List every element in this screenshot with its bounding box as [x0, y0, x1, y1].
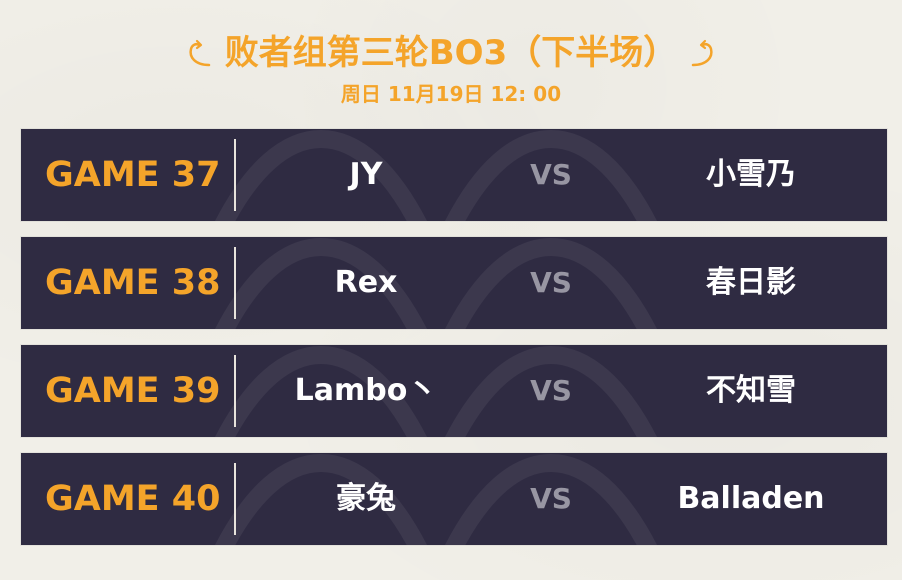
game-label: GAME 37: [45, 155, 221, 195]
game-row: GAME 39 Lambo丶 VS 不知雪: [21, 345, 887, 437]
vs-label: VS: [530, 482, 572, 515]
divider: [234, 463, 236, 535]
game-row: GAME 40 豪兔 VS Balladen: [21, 453, 887, 545]
game-label: GAME 40: [45, 479, 221, 519]
page-title: 败者组第三轮BO3（下半场）: [224, 33, 678, 73]
player-right: 小雪乃: [706, 157, 796, 192]
vs-label: VS: [530, 266, 572, 299]
divider: [234, 247, 236, 319]
game-label: GAME 39: [45, 371, 221, 411]
divider: [234, 139, 236, 211]
right-swirl-ornament-icon: [691, 39, 713, 67]
left-swirl-ornament-icon: [189, 39, 210, 67]
game-label: GAME 38: [45, 263, 221, 303]
player-right: 春日影: [706, 265, 796, 300]
divider: [234, 355, 236, 427]
header: 败者组第三轮BO3（下半场） 周日 11月19日 12: 00: [0, 28, 902, 108]
player-left: Rex: [334, 265, 398, 300]
game-row: GAME 37 JY VS 小雪乃: [21, 129, 887, 221]
player-right: 不知雪: [706, 373, 796, 408]
title-row: 败者组第三轮BO3（下半场）: [0, 28, 902, 78]
game-row: GAME 38 Rex VS 春日影: [21, 237, 887, 329]
vs-label: VS: [530, 374, 572, 407]
player-left: Lambo丶: [294, 373, 438, 408]
vs-label: VS: [530, 158, 572, 191]
player-right: Balladen: [677, 481, 825, 516]
match-schedule-time: 周日 11月19日 12: 00: [340, 82, 562, 106]
player-left: JY: [349, 157, 383, 192]
player-left: 豪兔: [336, 481, 396, 516]
games-list: GAME 37 JY VS 小雪乃 GAME 38 Rex VS 春日影 GAM…: [21, 129, 887, 561]
